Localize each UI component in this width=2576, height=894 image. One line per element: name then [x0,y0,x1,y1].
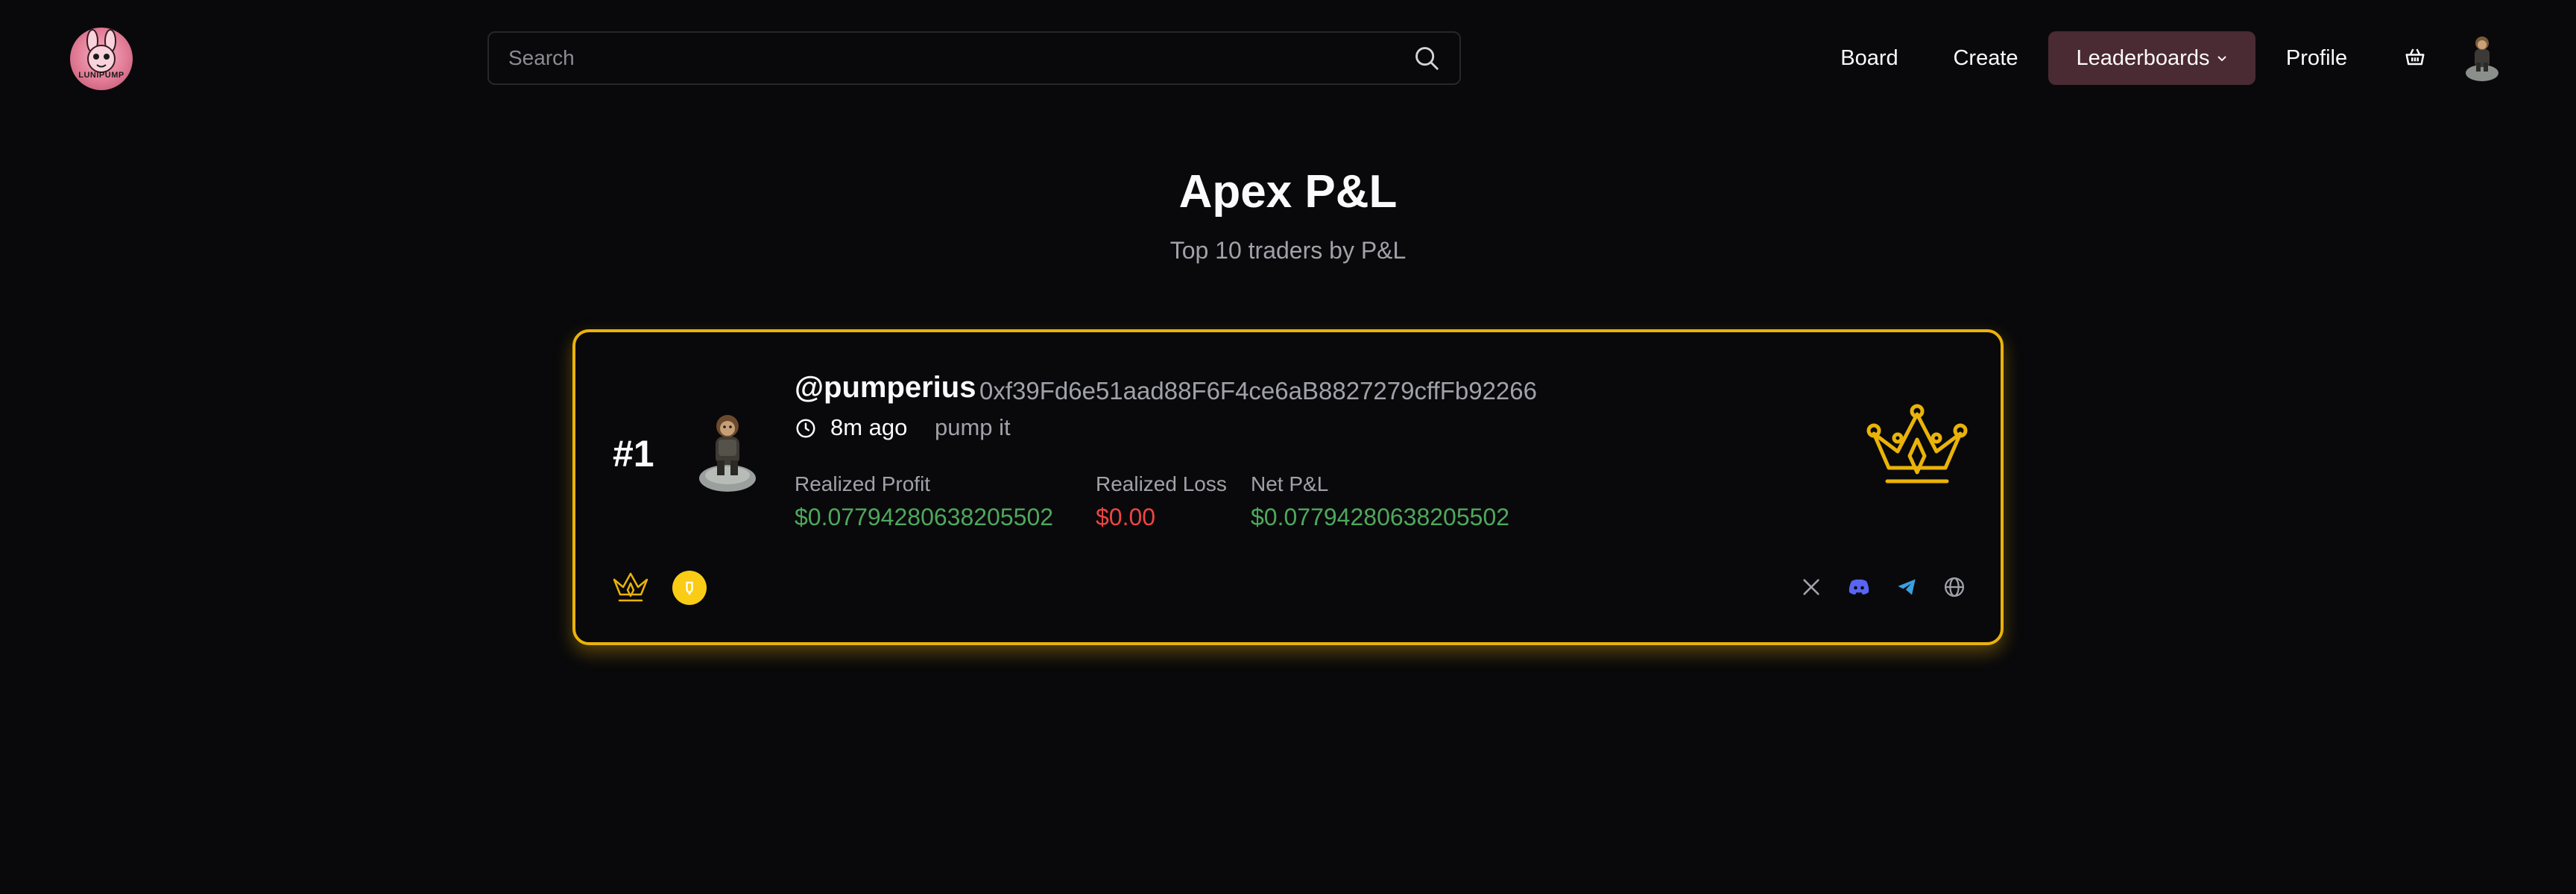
nav-create[interactable]: Create [1938,31,2033,85]
realized-profit-value: $0.07794280638205502 [795,504,1054,530]
rank-label: #1 [613,433,654,475]
leaderboard-card[interactable]: #1 @pumperius 0xf39Fd6e51aad88F6F4ce6aB8… [572,329,2004,645]
wallet-address[interactable]: 0xf39Fd6e51aad88F6F4ce6aB8827279cffFb922… [979,377,1537,405]
coin-icon [672,571,707,605]
discord-icon[interactable] [1846,574,1872,600]
telegram-icon[interactable] [1893,574,1920,600]
trader-bio: pump it [935,414,1011,440]
nav-leaderboards-label: Leaderboards [2076,45,2210,70]
chevron-down-icon [2217,53,2227,66]
clock-icon [795,417,817,440]
realized-loss-value: $0.00 [1096,504,1156,530]
search-bar[interactable] [487,31,1461,85]
bunny-logo-icon [86,29,116,73]
globe-icon[interactable] [1941,574,1968,600]
search-input[interactable] [507,45,1412,71]
nav-profile[interactable]: Profile [2272,31,2361,85]
nav-board[interactable]: Board [1828,31,1911,85]
net-pnl-value: $0.07794280638205502 [1251,504,1510,530]
page-subtitle: Top 10 traders by P&L [1169,237,1407,264]
net-pnl-label: Net P&L [1251,472,1329,495]
search-icon[interactable] [1412,43,1442,73]
header: LUNIPUMP Board Create Leaderboards Profi… [0,0,2576,116]
trader-username[interactable]: @pumperius [795,371,976,405]
realized-profit-label: Realized Profit [795,472,931,495]
time-ago: 8m ago [830,414,908,440]
page-title: Apex P&L [1178,166,1398,218]
trader-avatar[interactable] [692,407,763,493]
crown-icon [1866,404,1968,495]
user-avatar[interactable] [2460,30,2504,82]
nav-leaderboards[interactable]: Leaderboards [2048,31,2255,85]
crown-badge-icon [611,571,650,603]
logo[interactable]: LUNIPUMP [70,28,133,90]
logo-text: LUNIPUMP [78,71,124,80]
basket-icon[interactable] [2402,43,2428,70]
realized-loss-label: Realized Loss [1096,472,1227,495]
x-icon[interactable] [1798,574,1825,600]
